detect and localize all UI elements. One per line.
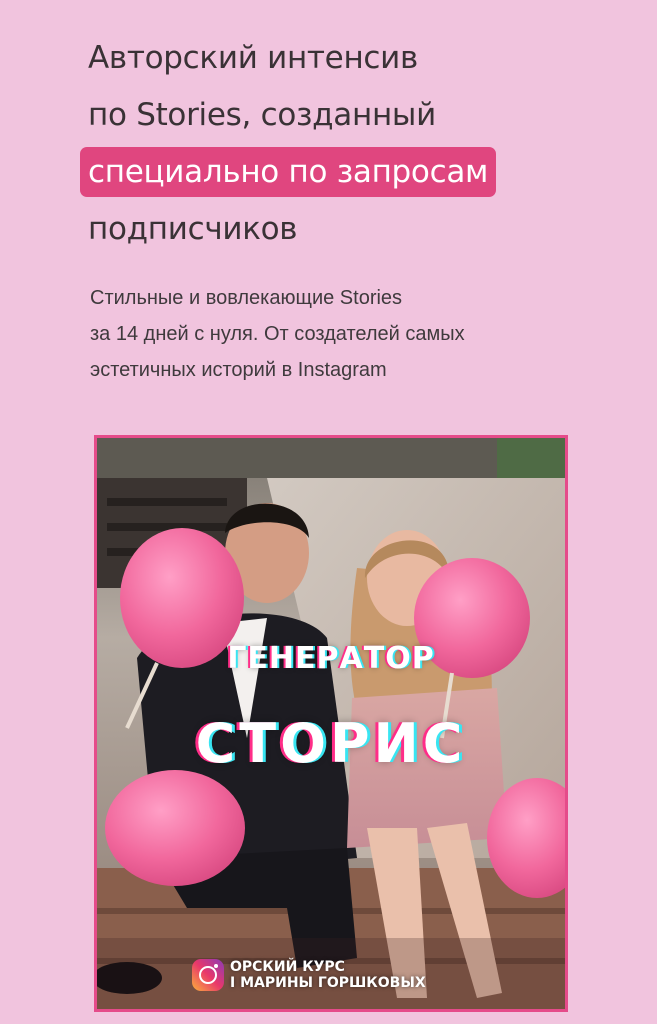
- course-cover-image: ГЕНЕРАТОР СТОРИС ОРСКИЙ КУРС І МАРИНЫ ГО…: [94, 435, 568, 1012]
- title-line-4: подписчиков: [88, 211, 298, 247]
- instagram-icon: [192, 959, 224, 991]
- cover-title: СТОРИС: [195, 712, 467, 775]
- brand-line-2: І МАРИНЫ ГОРШКОВЫХ: [230, 975, 426, 991]
- cover-brand-text: ОРСКИЙ КУРС І МАРИНЫ ГОРШКОВЫХ: [230, 959, 426, 991]
- brand-line-1: ОРСКИЙ КУРС: [230, 959, 345, 975]
- page-subtitle: Стильные и вовлекающие Stories за 14 дне…: [90, 280, 610, 388]
- subtitle-line-2: за 14 дней с нуля. От создателей самых: [90, 323, 465, 345]
- subtitle-line-1: Стильные и вовлекающие Stories: [90, 287, 403, 309]
- subtitle-line-3: эстетичных историй в Instagram: [90, 359, 387, 381]
- page-title: Авторский интенсив по Stories, созданный…: [80, 30, 628, 258]
- cover-kicker: ГЕНЕРАТОР: [227, 641, 435, 676]
- cover-brand: ОРСКИЙ КУРС І МАРИНЫ ГОРШКОВЫХ: [192, 959, 426, 991]
- title-line-1: Авторский интенсив: [88, 40, 418, 76]
- title-line-2: по Stories, созданный: [88, 97, 436, 133]
- title-highlight: специально по запросам: [80, 147, 497, 197]
